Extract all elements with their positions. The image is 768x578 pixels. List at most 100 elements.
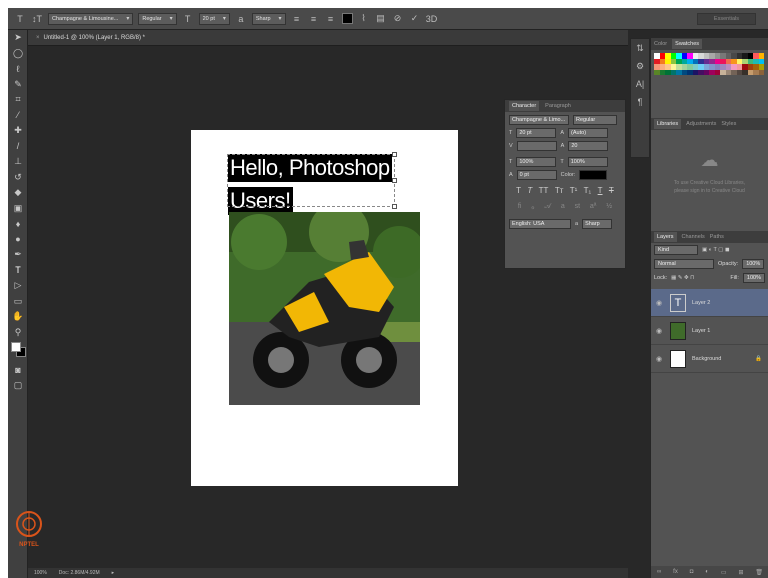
workspace-switcher[interactable]: Essentials (696, 13, 756, 25)
type-tool-icon[interactable]: T (14, 14, 26, 24)
char-horizontal-scale[interactable]: 100% (567, 157, 608, 167)
text-color-swatch[interactable] (341, 13, 353, 24)
visibility-eye-icon[interactable]: ◉ (656, 355, 664, 363)
layer-kind-filter[interactable]: Kind (654, 245, 698, 255)
subscript-icon[interactable]: T₁ (584, 186, 592, 195)
adjustment-icon[interactable]: ◐ (705, 569, 709, 575)
tab-layers[interactable]: Layers (654, 232, 677, 242)
eraser-tool-icon[interactable]: ◆ (8, 185, 28, 201)
faux-italic-icon[interactable]: T (527, 186, 532, 195)
char-vertical-scale[interactable]: 100% (516, 157, 557, 167)
properties-panel-icon[interactable]: ⚙ (631, 57, 649, 75)
char-language[interactable]: English: USA (509, 219, 571, 229)
quick-mask-icon[interactable]: ◙ (8, 362, 28, 378)
align-right-icon[interactable]: ≡ (325, 14, 337, 24)
brush-tool-icon[interactable]: / (8, 139, 28, 155)
filter-icons[interactable]: ▣ ◐ T ▢ ◼ (702, 247, 730, 253)
tab-styles[interactable]: Styles (721, 121, 736, 127)
fx-icon[interactable]: fx (673, 569, 678, 575)
trash-icon[interactable]: 🗑 (755, 569, 763, 576)
dodge-tool-icon[interactable]: ● (8, 232, 28, 248)
layer-row[interactable]: ◉ Layer 1 (651, 317, 768, 345)
character-panel-dock-icon[interactable]: A| (631, 75, 649, 93)
superscript-icon[interactable]: T¹ (570, 186, 578, 195)
tab-libraries[interactable]: Libraries (654, 119, 682, 129)
text-orientation-icon[interactable]: ↕T (31, 14, 43, 24)
lock-icons[interactable]: ▦ ✎ ✥ ⊓ (671, 275, 694, 281)
status-arrow-icon[interactable]: ▸ (112, 570, 115, 576)
blend-mode-dropdown[interactable]: Normal (654, 259, 714, 269)
all-caps-icon[interactable]: TT (539, 186, 549, 195)
pen-tool-icon[interactable]: ✒ (8, 247, 28, 263)
faux-bold-icon[interactable]: T (516, 186, 521, 195)
visibility-eye-icon[interactable]: ◉ (656, 327, 664, 335)
char-tracking[interactable]: 20 (568, 141, 609, 151)
move-tool-icon[interactable]: ➤ (8, 30, 28, 46)
group-icon[interactable]: ▭ (721, 569, 727, 576)
zoom-tool-icon[interactable]: ⚲ (8, 325, 28, 341)
fill-field[interactable]: 100% (742, 273, 765, 283)
align-left-icon[interactable]: ≡ (291, 14, 303, 24)
history-brush-tool-icon[interactable]: ↺ (8, 170, 28, 186)
cancel-icon[interactable]: ⊘ (392, 13, 404, 24)
visibility-eye-icon[interactable]: ◉ (656, 299, 664, 307)
foreground-color[interactable] (11, 342, 21, 352)
bbox-handle-tr[interactable] (392, 152, 397, 157)
tab-color[interactable]: Color (654, 41, 667, 47)
screen-mode-icon[interactable]: ▢ (8, 378, 28, 394)
link-icon[interactable]: ∞ (657, 569, 661, 575)
tab-swatches[interactable]: Swatches (672, 39, 703, 49)
blur-tool-icon[interactable]: ♦ (8, 216, 28, 232)
swatch-chip[interactable] (758, 69, 764, 75)
3d-icon[interactable]: 3D (426, 14, 438, 24)
color-swatches[interactable] (8, 340, 28, 362)
font-family-dropdown[interactable]: Champagne & Limousine... (48, 12, 134, 25)
char-leading[interactable]: (Auto) (568, 128, 609, 138)
close-tab-icon[interactable]: × (36, 35, 40, 41)
layer-row[interactable]: ◉ T Layer 2 (651, 289, 768, 317)
font-size-dropdown[interactable]: 20 pt (198, 12, 230, 25)
tab-adjustments[interactable]: Adjustments (686, 121, 716, 127)
document-canvas[interactable]: Hello, Photoshop Users! (191, 130, 458, 486)
opacity-field[interactable]: 100% (742, 259, 765, 269)
bbox-handle-br[interactable] (392, 204, 397, 209)
old-style-icon[interactable]: ℴ (531, 203, 534, 211)
char-kerning[interactable] (516, 141, 557, 151)
char-font-size[interactable]: 20 pt (516, 128, 557, 138)
paragraph-panel-dock-icon[interactable]: ¶ (631, 93, 649, 111)
commit-icon[interactable]: ✓ (409, 13, 421, 24)
bbox-handle-mr[interactable] (392, 178, 397, 183)
char-baseline-shift[interactable]: 0 pt (516, 170, 557, 180)
char-font-style[interactable]: Regular (573, 115, 617, 125)
small-caps-icon[interactable]: Tт (555, 186, 564, 195)
new-layer-icon[interactable]: ⊞ (738, 569, 743, 576)
swatch-grid[interactable] (651, 50, 768, 78)
type-tool-icon-active[interactable]: T (8, 263, 28, 279)
tab-channels[interactable]: Channels (682, 234, 705, 240)
underline-icon[interactable]: T (598, 186, 603, 195)
healing-brush-tool-icon[interactable]: ✚ (8, 123, 28, 139)
alternates-icon[interactable]: a (561, 203, 565, 211)
document-tab[interactable]: × Untitled-1 @ 100% (Layer 1, RGB/8) * (28, 30, 628, 46)
character-panel-icon[interactable]: ▤ (375, 13, 387, 24)
quick-select-tool-icon[interactable]: ✎ (8, 77, 28, 93)
layer-name[interactable]: Background (692, 356, 721, 362)
tab-paths[interactable]: Paths (710, 234, 724, 240)
antialias-dropdown[interactable]: Sharp (251, 12, 286, 25)
marquee-tool-icon[interactable]: ◯ (8, 46, 28, 62)
fractions-icon[interactable]: ½ (606, 203, 612, 211)
char-antialias[interactable]: Sharp (582, 219, 613, 229)
clone-stamp-tool-icon[interactable]: ⊥ (8, 154, 28, 170)
char-color-swatch[interactable] (579, 170, 608, 180)
hand-tool-icon[interactable]: ✋ (8, 309, 28, 325)
strikethrough-icon[interactable]: T (609, 186, 614, 195)
discretionary-icon[interactable]: st (575, 203, 580, 211)
text-bounding-box[interactable] (227, 152, 397, 209)
tab-paragraph[interactable]: Paragraph (545, 103, 571, 109)
gradient-tool-icon[interactable]: ▣ (8, 201, 28, 217)
layer-row[interactable]: ◉ Background 🔒 (651, 345, 768, 373)
warp-text-icon[interactable]: ⌇ (358, 13, 370, 24)
ordinals-icon[interactable]: aª (590, 203, 596, 211)
tab-character[interactable]: Character (509, 101, 540, 111)
font-style-dropdown[interactable]: Regular (138, 12, 177, 25)
